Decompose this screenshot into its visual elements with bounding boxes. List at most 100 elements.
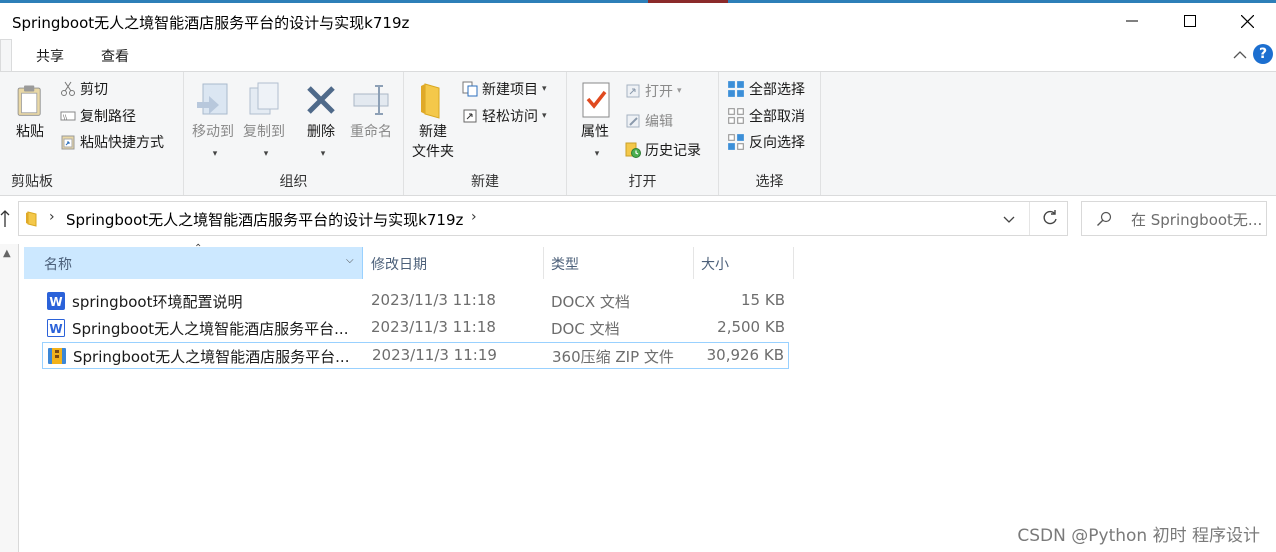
- address-bar[interactable]: › Springboot无人之境智能酒店服务平台的设计与实现k719z ›: [18, 201, 1068, 236]
- paste-shortcut-icon: [61, 135, 75, 150]
- file-row[interactable]: W Springboot无人之境智能酒店服务平台... 2023/11/3 11…: [42, 315, 789, 342]
- delete-label: 删除: [307, 124, 335, 140]
- invert-selection-label: 反向选择: [749, 135, 805, 151]
- search-icon: [1097, 211, 1112, 226]
- file-date: 2023/11/3 11:19: [372, 346, 497, 364]
- invert-selection-button[interactable]: 反向选择: [727, 131, 805, 153]
- edit-button[interactable]: 编辑: [625, 110, 673, 132]
- new-item-icon: [462, 81, 478, 97]
- select-none-button[interactable]: 全部取消: [727, 105, 805, 127]
- refresh-icon[interactable]: [1041, 209, 1059, 227]
- easy-access-button[interactable]: 轻松访问 ▾: [462, 105, 547, 127]
- open-label: 打开: [645, 84, 673, 100]
- select-all-button[interactable]: 全部选择: [727, 78, 805, 100]
- help-icon[interactable]: ?: [1253, 44, 1273, 64]
- navigation-pane-edge: ▲: [0, 244, 19, 552]
- history-label: 历史记录: [645, 143, 701, 159]
- rename-button[interactable]: 重命名: [346, 80, 396, 142]
- search-box[interactable]: 在 Springboot无...: [1081, 201, 1267, 236]
- select-all-label: 全部选择: [749, 82, 805, 98]
- cut-label: 剪切: [80, 82, 108, 98]
- new-item-label: 新建项目: [482, 82, 538, 98]
- column-filter-dropdown-icon[interactable]: ⌵: [346, 255, 354, 266]
- folder-icon: [26, 211, 37, 227]
- column-name-label: 名称: [44, 257, 72, 273]
- paste-button[interactable]: 粘贴: [8, 80, 52, 142]
- watermark: CSDN @Python 初时 程序设计: [1017, 526, 1260, 546]
- tab-view[interactable]: 查看: [101, 46, 129, 66]
- delete-button[interactable]: 删除 ▾: [300, 80, 342, 164]
- sort-ascending-icon: ⌃: [194, 243, 203, 254]
- edit-label: 编辑: [645, 114, 673, 130]
- maximize-button[interactable]: [1161, 3, 1219, 39]
- file-date: 2023/11/3 11:18: [371, 318, 496, 336]
- search-placeholder: 在 Springboot无...: [1131, 211, 1263, 229]
- tab-share[interactable]: 共享: [36, 46, 64, 66]
- close-icon: [1240, 14, 1254, 28]
- copy-to-button[interactable]: 复制到 ▾: [240, 80, 288, 164]
- group-organize: 移动到 ▾ 复制到 ▾ 删除 ▾ 重命名 组织: [184, 72, 404, 195]
- copy-path-icon: \\: [60, 111, 76, 121]
- history-icon: [625, 142, 641, 158]
- new-item-button[interactable]: 新建项目 ▾: [462, 78, 547, 100]
- select-none-icon: [728, 108, 744, 124]
- move-to-button[interactable]: 移动到 ▾: [188, 80, 238, 164]
- copy-to-label: 复制到: [243, 124, 285, 140]
- clipboard-group-label: 剪贴板: [11, 174, 53, 190]
- copy-path-button[interactable]: \\ 复制路径: [60, 105, 136, 127]
- close-button[interactable]: [1218, 3, 1276, 39]
- properties-button[interactable]: 属性 ▾: [573, 80, 617, 164]
- group-open: 属性 ▾ 打开 ▾ 编辑 历史记录 打开: [567, 72, 719, 195]
- history-button[interactable]: 历史记录: [625, 139, 701, 161]
- column-size-label: 大小: [701, 257, 729, 273]
- breadcrumb-path[interactable]: Springboot无人之境智能酒店服务平台的设计与实现k719z: [66, 209, 463, 230]
- column-header-size[interactable]: 大小: [694, 247, 794, 279]
- column-header-date[interactable]: 修改日期: [363, 247, 544, 279]
- select-none-label: 全部取消: [749, 109, 805, 125]
- copy-path-label: 复制路径: [80, 109, 136, 125]
- svg-text:W: W: [49, 295, 62, 309]
- address-history-dropdown-icon[interactable]: [1001, 211, 1017, 227]
- group-new: 新建 文件夹 新建项目 ▾ 轻松访问 ▾ 新建: [404, 72, 567, 195]
- open-icon: [626, 84, 640, 98]
- file-type: DOCX 文档: [551, 293, 630, 311]
- ribbon: 粘贴 剪切 \\ 复制路径 粘贴快捷方式 剪贴板 移动到 ▾ 复制到 ▾ 删除 ▾: [0, 71, 1276, 196]
- file-type: DOC 文档: [551, 320, 620, 338]
- properties-label: 属性: [581, 124, 609, 140]
- scroll-up-icon[interactable]: ▲: [3, 248, 11, 259]
- column-date-label: 修改日期: [371, 257, 427, 273]
- breadcrumb-chevron-icon[interactable]: ›: [49, 209, 55, 225]
- cut-button[interactable]: 剪切: [60, 78, 108, 100]
- paste-shortcut-button[interactable]: 粘贴快捷方式: [60, 131, 164, 153]
- minimize-button[interactable]: [1103, 3, 1161, 39]
- scissors-icon: [61, 81, 75, 96]
- window-title: Springboot无人之境智能酒店服务平台的设计与实现k719z: [12, 14, 410, 32]
- group-select: 全部选择 全部取消 反向选择 选择: [719, 72, 821, 195]
- delete-x-icon: [307, 86, 335, 114]
- zip-icon: [48, 348, 66, 364]
- new-folder-icon: [421, 83, 440, 119]
- file-row-selected[interactable]: Springboot无人之境智能酒店服务平台... 2023/11/3 11:1…: [42, 342, 789, 369]
- collapse-ribbon-icon[interactable]: [1230, 45, 1250, 65]
- tab-file-stub[interactable]: [0, 39, 12, 71]
- paste-label: 粘贴: [16, 124, 44, 140]
- new-folder-button[interactable]: 新建 文件夹: [408, 80, 458, 162]
- new-group-label: 新建: [471, 174, 499, 190]
- copy-to-icon: [249, 82, 279, 115]
- maximize-icon: [1184, 15, 1196, 27]
- column-header-name[interactable]: 名称 ⌃ ⌵: [24, 243, 363, 279]
- open-button[interactable]: 打开 ▾: [625, 80, 682, 102]
- file-type: 360压缩 ZIP 文件: [552, 348, 674, 366]
- move-to-label: 移动到: [192, 124, 234, 140]
- select-group-label: 选择: [755, 174, 784, 190]
- file-size: 30,926 KB: [706, 346, 784, 364]
- file-row[interactable]: W springboot环境配置说明 2023/11/3 11:18 DOCX …: [42, 288, 789, 315]
- breadcrumb-end-chevron-icon[interactable]: ›: [471, 209, 477, 225]
- paste-shortcut-label: 粘贴快捷方式: [80, 135, 164, 151]
- rename-label: 重命名: [350, 124, 392, 140]
- file-name: springboot环境配置说明: [72, 293, 243, 311]
- up-arrow-icon[interactable]: [0, 207, 14, 229]
- address-separator: [1029, 202, 1030, 235]
- rename-icon: [353, 85, 389, 115]
- column-header-type[interactable]: 类型: [544, 247, 694, 279]
